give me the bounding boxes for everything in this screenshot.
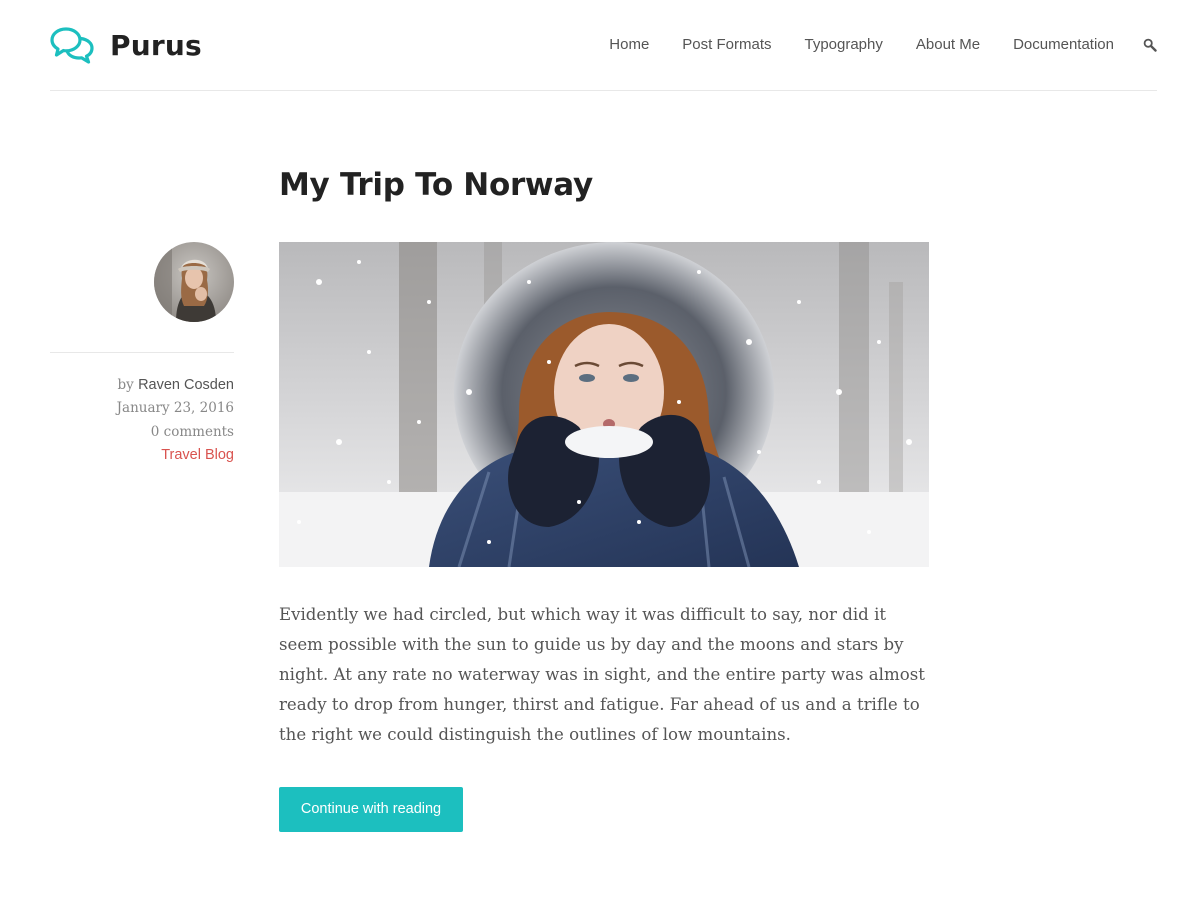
meta-date[interactable]: January 23, 2016	[117, 397, 234, 420]
nav-item-home[interactable]: Home	[609, 34, 649, 56]
meta-comments[interactable]: 0 comments	[117, 421, 234, 444]
site-logo-link[interactable]: Purus	[50, 26, 202, 64]
featured-image[interactable]	[279, 242, 929, 567]
site-title[interactable]: Purus	[110, 29, 202, 62]
author-avatar[interactable]	[154, 242, 234, 322]
meta-divider	[50, 352, 234, 353]
speech-bubbles-icon	[50, 27, 94, 64]
featured-image-graphic	[279, 242, 929, 567]
search-icon[interactable]	[1143, 38, 1157, 52]
meta-author-link[interactable]: Raven Cosden	[138, 377, 234, 393]
nav-item-about-me[interactable]: About Me	[916, 34, 980, 56]
nav-item-documentation[interactable]: Documentation	[1013, 34, 1114, 56]
meta-category-link[interactable]: Travel Blog	[161, 447, 234, 463]
meta-by-prefix: by	[117, 377, 134, 393]
post-excerpt: Evidently we had circled, but which way …	[279, 605, 925, 744]
avatar-image	[154, 242, 234, 322]
continue-reading-button[interactable]: Continue with reading	[279, 787, 463, 832]
nav-item-post-formats[interactable]: Post Formats	[682, 34, 771, 56]
meta-list: by Raven Cosden January 23, 2016 0 comme…	[117, 374, 234, 467]
main-nav: Home Post Formats Typography About Me Do…	[609, 34, 1157, 56]
site-header: Purus Home Post Formats Typography About…	[50, 0, 1157, 91]
post-title[interactable]: My Trip To Norway	[279, 163, 593, 207]
nav-item-typography[interactable]: Typography	[804, 34, 882, 56]
meta-author-line: by Raven Cosden	[117, 374, 235, 397]
